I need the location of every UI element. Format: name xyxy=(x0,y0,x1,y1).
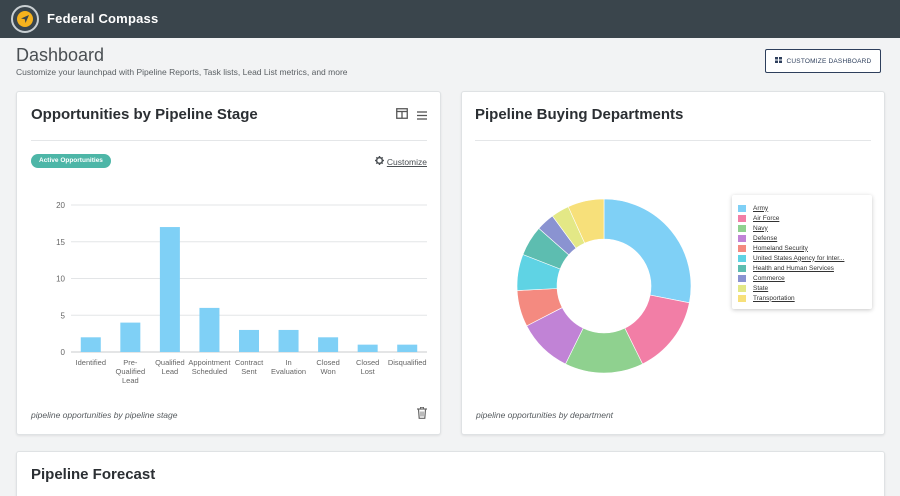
legend-label: State xyxy=(753,284,769,292)
legend-swatch xyxy=(738,214,746,222)
legend-swatch xyxy=(738,264,746,272)
legend-label: Transportation xyxy=(753,294,795,302)
x-category-label: Pre-Qualified Lead xyxy=(116,358,146,385)
card-title: Pipeline Buying Departments xyxy=(475,106,684,123)
chart-footnote: pipeline opportunities by pipeline stage xyxy=(31,410,178,420)
legend-swatch xyxy=(738,254,746,262)
legend-label: Navy xyxy=(753,224,768,232)
legend-item[interactable]: Navy xyxy=(738,223,866,233)
card-divider xyxy=(475,140,871,141)
page-title: Dashboard xyxy=(16,45,105,65)
legend-item[interactable]: Air Force xyxy=(738,213,866,223)
bar[interactable] xyxy=(80,337,101,352)
legend-label: Commerce xyxy=(753,274,785,282)
legend-item[interactable]: Defense xyxy=(738,233,866,243)
compass-icon xyxy=(17,11,33,27)
legend-item[interactable]: Army xyxy=(738,203,866,213)
bar[interactable] xyxy=(278,329,299,352)
legend-label: Defense xyxy=(753,234,778,242)
bar[interactable] xyxy=(397,344,418,352)
customize-dashboard-button[interactable]: CUSTOMIZE DASHBOARD xyxy=(765,49,881,73)
y-tick-label: 20 xyxy=(56,201,65,210)
card-title: Opportunities by Pipeline Stage xyxy=(31,106,258,123)
y-tick-label: 15 xyxy=(56,238,65,247)
legend-item[interactable]: United States Agency for Inter... xyxy=(738,253,866,263)
legend-swatch xyxy=(738,274,746,282)
x-category-label: Appointment Scheduled xyxy=(188,358,231,376)
gear-icon xyxy=(374,156,384,167)
x-category-label: Identified xyxy=(76,358,106,367)
donut-slice[interactable] xyxy=(603,198,692,304)
legend-item[interactable]: State xyxy=(738,283,866,293)
donut-legend: Army Air Force Navy Defense Homeland Securit… xyxy=(732,195,872,309)
bar[interactable] xyxy=(318,337,339,352)
legend-swatch xyxy=(738,294,746,302)
legend-swatch xyxy=(738,204,746,212)
x-category-label: Disqualified xyxy=(388,358,427,367)
customize-dashboard-label: CUSTOMIZE DASHBOARD xyxy=(786,57,872,65)
y-tick-label: 0 xyxy=(61,348,66,357)
customize-link-label: Customize xyxy=(386,156,427,167)
trash-icon[interactable] xyxy=(417,406,427,424)
app-logo[interactable] xyxy=(11,5,39,33)
legend-label: Health and Human Services xyxy=(753,264,834,272)
pipeline-stage-bar-chart: 0 5 10 15 20 Identified Pre-Qualified Lead Quali… xyxy=(56,201,427,385)
legend-label: Army xyxy=(753,204,769,212)
chart-footnote: pipeline opportunities by department xyxy=(476,410,614,420)
top-navigation-bar: Federal Compass xyxy=(0,0,900,38)
bar[interactable] xyxy=(120,322,141,352)
x-category-label: Qualified Lead xyxy=(155,358,185,376)
opportunities-by-stage-card: Opportunities by Pipeline Stage Active O… xyxy=(16,91,441,435)
bar[interactable] xyxy=(357,344,378,352)
bar[interactable] xyxy=(239,329,259,352)
app-title: Federal Compass xyxy=(47,11,159,26)
bar[interactable] xyxy=(159,227,180,352)
legend-label: Air Force xyxy=(753,214,780,222)
card-title: Pipeline Forecast xyxy=(31,466,156,483)
legend-label: United States Agency for Inter... xyxy=(753,254,845,262)
x-category-label: Contract Sent xyxy=(235,358,264,376)
legend-item[interactable]: Health and Human Services xyxy=(738,263,866,273)
active-opportunities-badge[interactable]: Active Opportunities xyxy=(31,154,111,168)
y-tick-label: 5 xyxy=(61,311,66,320)
bar[interactable] xyxy=(199,307,220,352)
legend-swatch xyxy=(738,224,746,232)
x-category-label: Closed Lost xyxy=(356,358,379,376)
table-view-icon[interactable] xyxy=(396,106,408,124)
legend-label: Homeland Security xyxy=(753,244,808,252)
y-tick-label: 10 xyxy=(56,275,65,284)
customize-link[interactable]: Customize xyxy=(374,156,427,167)
x-category-label: Closed Won xyxy=(316,358,339,376)
grid-icon xyxy=(774,57,782,65)
x-category-label: In Evaluation xyxy=(271,358,306,376)
department-donut-chart xyxy=(516,198,692,374)
legend-item[interactable]: Homeland Security xyxy=(738,243,866,253)
legend-swatch xyxy=(738,244,746,252)
card-divider xyxy=(31,140,427,141)
menu-icon[interactable] xyxy=(417,107,427,125)
legend-item[interactable]: Transportation xyxy=(738,293,866,303)
page-subtitle: Customize your launchpad with Pipeline R… xyxy=(16,67,348,77)
legend-item[interactable]: Commerce xyxy=(738,273,866,283)
legend-swatch xyxy=(738,284,746,292)
pipeline-forecast-card: Pipeline Forecast xyxy=(16,451,885,496)
buying-departments-card: Pipeline Buying Departments Army Air Forc… xyxy=(461,91,885,435)
legend-swatch xyxy=(738,234,746,242)
